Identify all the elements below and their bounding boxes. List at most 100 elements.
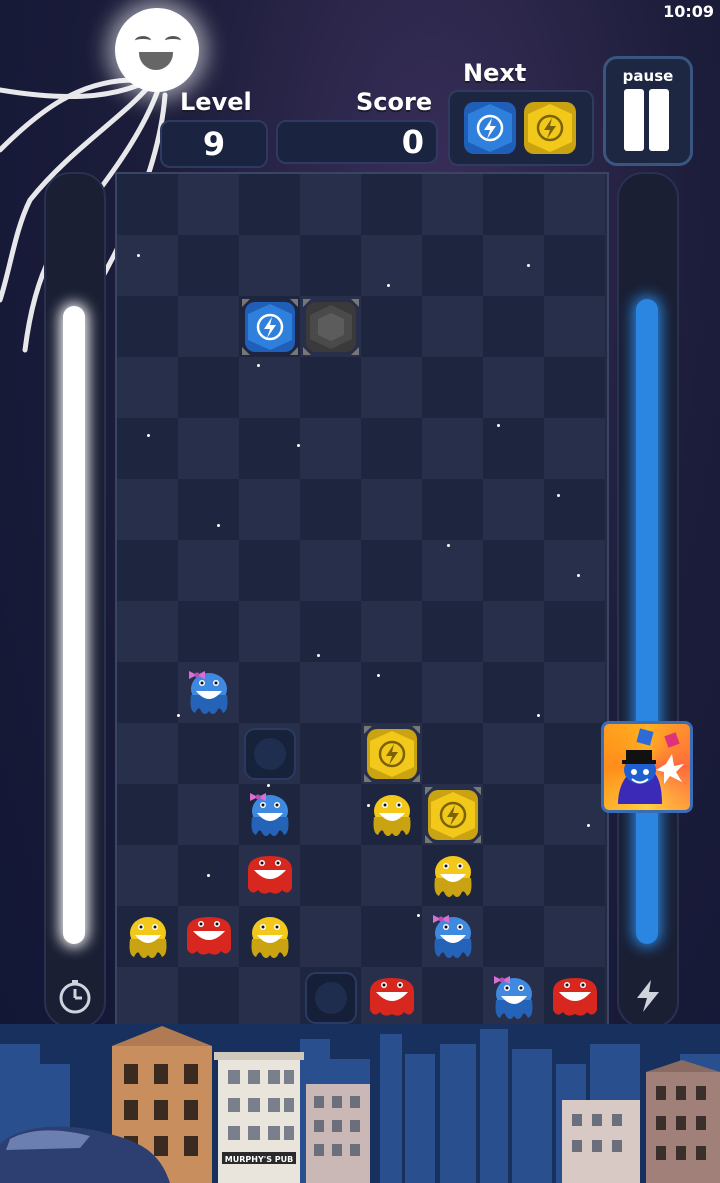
board-cell bbox=[300, 235, 361, 296]
board-cell bbox=[483, 418, 544, 479]
board-cell bbox=[361, 906, 422, 967]
city-skyline-decoration: MURPHY'S PUB bbox=[0, 1024, 720, 1183]
moon-eye-right bbox=[165, 36, 181, 45]
stopwatch-icon bbox=[55, 976, 95, 1016]
level-label: Level bbox=[180, 88, 252, 116]
board-cell bbox=[483, 174, 544, 235]
yellow-octo-icon bbox=[251, 917, 289, 958]
board-piece-red-blob bbox=[181, 909, 237, 965]
board-cell bbox=[483, 540, 544, 601]
board-cell bbox=[361, 357, 422, 418]
gray-block-icon bbox=[303, 299, 359, 355]
board-cell bbox=[117, 540, 178, 601]
board-cell bbox=[117, 723, 178, 784]
board-cell bbox=[117, 174, 178, 235]
board-cell bbox=[178, 540, 239, 601]
board-cell bbox=[300, 845, 361, 906]
right-meter-fill bbox=[636, 299, 658, 944]
board-cell bbox=[300, 784, 361, 845]
blue-octo-icon bbox=[189, 671, 228, 714]
red-blob-icon bbox=[187, 917, 231, 955]
blue-octo-icon bbox=[250, 793, 289, 836]
red-blob-icon bbox=[553, 978, 597, 1016]
board-cell bbox=[544, 601, 605, 662]
board-cell bbox=[422, 662, 483, 723]
blue-octo-icon bbox=[494, 976, 533, 1019]
board-cell bbox=[544, 174, 605, 235]
board-cell bbox=[117, 296, 178, 357]
board-piece-yellow-octo bbox=[425, 848, 481, 904]
magician-powerup-button[interactable] bbox=[601, 721, 693, 813]
board-cell bbox=[361, 235, 422, 296]
pause-icon-bar-left bbox=[624, 89, 644, 151]
board-star bbox=[377, 674, 380, 677]
next-piece-blue-bolt-block-icon bbox=[464, 102, 516, 154]
board-cell bbox=[300, 723, 361, 784]
board-cell bbox=[239, 967, 300, 1026]
board-cell bbox=[361, 601, 422, 662]
board-cell bbox=[361, 845, 422, 906]
board-piece-red-blob bbox=[547, 970, 603, 1026]
yellow-bolt-block-icon bbox=[425, 787, 481, 843]
board-piece-yellow-bolt-block bbox=[364, 726, 420, 782]
board-cell bbox=[300, 418, 361, 479]
level-value-box: 9 bbox=[160, 120, 268, 168]
board-cell bbox=[483, 296, 544, 357]
board-piece-red-blob bbox=[364, 970, 420, 1026]
board-cell bbox=[422, 357, 483, 418]
board-cell bbox=[300, 540, 361, 601]
board-piece-ghost-slot bbox=[242, 726, 298, 782]
board-cell bbox=[300, 357, 361, 418]
board-cell bbox=[239, 540, 300, 601]
board-piece-blue-octo bbox=[181, 665, 237, 721]
board-star bbox=[527, 264, 530, 267]
yellow-octo-icon bbox=[129, 917, 167, 958]
board-cell bbox=[422, 418, 483, 479]
board-cell bbox=[361, 662, 422, 723]
board-cell bbox=[422, 601, 483, 662]
board-star bbox=[557, 494, 560, 497]
score-value: 0 bbox=[401, 123, 424, 161]
moon-mouth bbox=[139, 52, 173, 70]
board-cell bbox=[422, 235, 483, 296]
pause-label: pause bbox=[622, 67, 674, 85]
board-cell bbox=[544, 235, 605, 296]
board-cell bbox=[239, 357, 300, 418]
board-piece-yellow-bolt-block bbox=[425, 787, 481, 843]
board-cell bbox=[178, 418, 239, 479]
board-cell bbox=[239, 601, 300, 662]
lightning-icon bbox=[628, 976, 668, 1016]
board-piece-yellow-octo bbox=[364, 787, 420, 843]
level-value: 9 bbox=[202, 125, 226, 163]
left-meter-fill bbox=[63, 306, 85, 944]
board-cell bbox=[483, 906, 544, 967]
board-cell bbox=[422, 296, 483, 357]
yellow-bolt-block-icon bbox=[364, 726, 420, 782]
board-cell bbox=[117, 662, 178, 723]
board-star bbox=[297, 444, 300, 447]
board-piece-blue-octo bbox=[242, 787, 298, 843]
pause-icon-bar-right bbox=[649, 89, 669, 151]
board-cell bbox=[300, 906, 361, 967]
board-cell bbox=[483, 357, 544, 418]
pause-button[interactable]: pause bbox=[603, 56, 693, 166]
board-cell bbox=[117, 784, 178, 845]
falling-piece-blue-bolt-block bbox=[242, 299, 298, 355]
ghost-slot-icon bbox=[305, 972, 357, 1024]
board-cell bbox=[361, 296, 422, 357]
board-cell bbox=[422, 174, 483, 235]
board-cell bbox=[422, 723, 483, 784]
board-star bbox=[417, 914, 420, 917]
board-cell bbox=[178, 601, 239, 662]
board-star bbox=[317, 654, 320, 657]
game-board[interactable] bbox=[115, 172, 609, 1028]
board-cell bbox=[544, 845, 605, 906]
board-cell bbox=[117, 967, 178, 1026]
ghost-slot-icon bbox=[244, 728, 296, 780]
board-cell bbox=[178, 784, 239, 845]
board-cell bbox=[544, 418, 605, 479]
board-cell bbox=[483, 601, 544, 662]
board-star bbox=[217, 524, 220, 527]
board-cell bbox=[239, 662, 300, 723]
board-cell bbox=[117, 845, 178, 906]
